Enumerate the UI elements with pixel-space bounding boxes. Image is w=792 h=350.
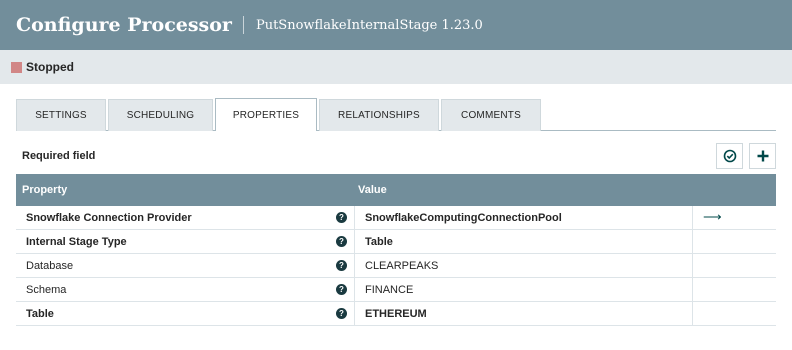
question-circle-icon[interactable]: ? (336, 260, 347, 271)
tab-scheduling[interactable]: SCHEDULING (108, 99, 213, 131)
tab-bar: SETTINGS SCHEDULING PROPERTIES RELATIONS… (16, 98, 776, 131)
status-text: Stopped (26, 60, 74, 74)
column-divider (354, 302, 355, 326)
title-separator (242, 16, 244, 34)
property-row[interactable]: Schema ? FINANCE (16, 278, 776, 302)
column-divider (692, 230, 693, 254)
property-name: Snowflake Connection Provider (26, 212, 192, 224)
column-header-property: Property (22, 184, 68, 196)
column-divider (354, 278, 355, 302)
tab-settings[interactable]: SETTINGS (16, 99, 106, 131)
property-value[interactable]: FINANCE (365, 284, 413, 296)
column-header-value: Value (358, 184, 387, 196)
property-value[interactable]: CLEARPEAKS (365, 260, 438, 272)
property-name: Table (26, 308, 54, 320)
question-circle-icon[interactable]: ? (336, 308, 347, 319)
column-divider (354, 254, 355, 278)
column-divider (692, 302, 693, 326)
add-property-button[interactable] (749, 143, 776, 169)
property-row[interactable]: Database ? CLEARPEAKS (16, 254, 776, 278)
plus-icon (757, 150, 768, 162)
stopped-icon (11, 61, 22, 73)
tab-comments[interactable]: COMMENTS (441, 99, 541, 131)
processor-type: PutSnowflakeInternalStage 1.23.0 (255, 17, 483, 33)
verify-properties-button[interactable] (716, 143, 743, 169)
property-value[interactable]: SnowflakeComputingConnectionPool (365, 212, 562, 224)
property-value[interactable]: Table (365, 236, 393, 248)
property-name: Internal Stage Type (26, 236, 127, 248)
property-name: Database (26, 260, 74, 272)
column-divider (692, 254, 693, 278)
check-circle-icon (723, 149, 736, 163)
property-row[interactable]: Snowflake Connection Provider ? Snowflak… (16, 206, 776, 230)
property-name: Schema (26, 284, 67, 296)
property-value[interactable]: ETHEREUM (365, 308, 427, 320)
question-circle-icon[interactable]: ? (336, 284, 347, 295)
required-field-label: Required field (22, 150, 96, 162)
status-bar: Stopped (0, 50, 792, 84)
question-circle-icon[interactable]: ? (336, 212, 347, 223)
property-row[interactable]: Internal Stage Type ? Table (16, 230, 776, 254)
tab-relationships[interactable]: RELATIONSHIPS (319, 99, 439, 131)
property-row[interactable]: Table ? ETHEREUM (16, 302, 776, 326)
column-divider (354, 230, 355, 254)
question-circle-icon[interactable]: ? (336, 236, 347, 247)
column-divider (354, 206, 355, 230)
column-divider (692, 278, 693, 302)
column-divider (692, 206, 693, 230)
tab-properties[interactable]: PROPERTIES (215, 98, 317, 131)
dialog-title: Configure Processor (16, 14, 232, 36)
dialog-header: Configure Processor PutSnowflakeInternal… (0, 0, 792, 50)
arrow-right-icon[interactable]: ⟶ (703, 209, 722, 225)
properties-grid-header: Property Value (16, 174, 776, 206)
